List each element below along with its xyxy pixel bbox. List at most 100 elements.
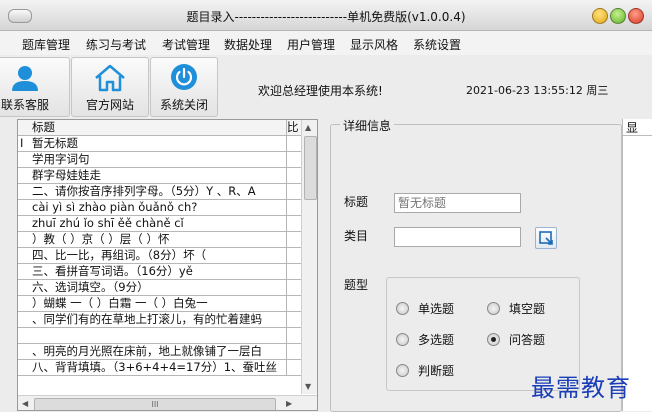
table-row[interactable]: 、明亮的月光照在床前，地上就像铺了一层白 xyxy=(18,344,301,360)
scroll-down-icon[interactable]: ▼ xyxy=(305,382,311,391)
scroll-up-icon[interactable]: ▲ xyxy=(305,123,311,132)
radio-dot-icon[interactable] xyxy=(487,333,500,346)
menu-bar: 题库管理 练习与考试 考试管理 数据处理 用户管理 显示风格 系统设置 xyxy=(0,31,652,55)
row-title: 学用字词句 xyxy=(32,152,90,166)
table-row[interactable]: ）蝴蝶 一（ ）白霜 一（ ）白兔一 xyxy=(18,296,301,312)
menu-item-system-settings[interactable]: 系统设置 xyxy=(413,36,461,53)
row-cell xyxy=(286,312,301,327)
row-cell xyxy=(286,360,301,375)
question-type-radio[interactable]: 单选题 xyxy=(396,300,454,317)
row-title: 八、背背填填。（3+6+4+4=17分）1、蚕吐丝 xyxy=(32,360,278,374)
question-type-radio[interactable]: 问答题 xyxy=(487,331,545,348)
table-row[interactable]: 六、选词填空。（9分） xyxy=(18,280,301,296)
column-header-title[interactable]: 标题 xyxy=(32,120,284,135)
row-cell xyxy=(286,216,301,231)
row-cell xyxy=(286,248,301,263)
row-title: 四、比一比，再组词。（8分）坏（ xyxy=(32,248,207,262)
table-row[interactable]: 群字母娃娃走 xyxy=(18,168,301,184)
row-title: 暂无标题 xyxy=(32,136,78,150)
horizontal-scroll-thumb[interactable]: III xyxy=(34,398,276,410)
vertical-scrollbar[interactable]: ▲ ▼ xyxy=(301,120,317,394)
table-row[interactable]: 四、比一比，再组词。（8分）坏（ xyxy=(18,248,301,264)
maximize-button[interactable] xyxy=(610,8,626,24)
row-marker: I xyxy=(20,136,24,150)
home-icon xyxy=(95,64,125,92)
category-input[interactable] xyxy=(394,227,521,247)
radio-dot-icon[interactable] xyxy=(487,302,500,315)
row-title: 、同学们有的在草地上打滚儿，有的忙着建蚂 xyxy=(32,312,262,326)
scroll-right-icon[interactable]: ▶ xyxy=(286,399,292,408)
title-input[interactable] xyxy=(394,193,521,213)
close-button[interactable] xyxy=(628,8,644,24)
row-cell xyxy=(286,344,301,359)
row-cell xyxy=(286,136,301,151)
row-title: 三、看拼音写词语。（16分）yě xyxy=(32,264,193,278)
radio-label: 填空题 xyxy=(509,302,546,316)
user-icon xyxy=(12,66,38,91)
row-cell xyxy=(286,232,301,247)
table-row[interactable]: ）教（ ）京（ ）层（ ）怀 xyxy=(18,232,301,248)
row-title: zhuī zhú ǐo shī ěě chàně cǐ xyxy=(32,216,184,230)
menu-item-question-bank[interactable]: 题库管理 xyxy=(22,36,70,53)
radio-label: 判断题 xyxy=(418,364,455,378)
row-cell xyxy=(286,328,301,343)
vertical-scroll-thumb[interactable] xyxy=(304,136,317,200)
menu-item-practice-exam[interactable]: 练习与考试 xyxy=(86,36,146,53)
system-close-label: 系统关闭 xyxy=(159,98,208,112)
official-site-button[interactable]: 官方网站 xyxy=(71,57,149,117)
row-title: ）蝴蝶 一（ ）白霜 一（ ）白兔一 xyxy=(32,296,208,310)
welcome-text: 欢迎总经理使用本系统! xyxy=(258,84,383,98)
category-picker-button[interactable] xyxy=(535,227,557,249)
column-header-second[interactable]: 比 xyxy=(286,120,301,135)
title-bar: 题目录入--------------------------单机免费版(v1.0… xyxy=(0,0,652,31)
horizontal-scrollbar[interactable]: ◀ III ▶ xyxy=(18,395,317,410)
question-type-radio[interactable]: 判断题 xyxy=(396,362,454,379)
question-type-radio[interactable]: 多选题 xyxy=(396,331,454,348)
menu-item-display-style[interactable]: 显示风格 xyxy=(350,36,398,53)
right-panel-label: 显 xyxy=(626,121,639,135)
menu-item-data-processing[interactable]: 数据处理 xyxy=(224,36,272,53)
row-cell xyxy=(286,152,301,167)
menu-item-user-management[interactable]: 用户管理 xyxy=(287,36,335,53)
table-row[interactable]: 二、请你按音序排列字母。（5分）Y 、R、A xyxy=(18,184,301,200)
row-title: 群字母娃娃走 xyxy=(32,168,101,182)
table-row[interactable] xyxy=(18,328,301,344)
row-cell xyxy=(286,264,301,279)
select-icon xyxy=(539,231,553,245)
category-field-label: 类目 xyxy=(344,229,369,243)
row-cell xyxy=(286,200,301,215)
power-icon xyxy=(171,64,197,90)
contact-support-button[interactable]: 联系客服 xyxy=(0,57,70,117)
row-cell xyxy=(286,280,301,295)
menu-item-exam-management[interactable]: 考试管理 xyxy=(162,36,210,53)
row-cell xyxy=(286,168,301,183)
radio-dot-icon[interactable] xyxy=(396,302,409,315)
table-row[interactable]: I 暂无标题 xyxy=(18,136,301,152)
question-type-radio[interactable]: 填空题 xyxy=(487,300,545,317)
row-title: 、明亮的月光照在床前，地上就像铺了一层白 xyxy=(32,344,262,358)
question-list[interactable]: 标题 比 I 暂无标题 学用字词句 群字母娃娃走 二、请你按音序排列字母。（5分）… xyxy=(17,119,318,411)
question-type-label: 题型 xyxy=(344,278,369,292)
table-row[interactable]: 八、背背填填。（3+6+4+4=17分）1、蚕吐丝 xyxy=(18,360,301,376)
scroll-left-icon[interactable]: ◀ xyxy=(22,399,28,408)
row-cell xyxy=(286,296,301,311)
detail-group-label: 详细信息 xyxy=(340,117,395,134)
watermark: 最需教育 xyxy=(531,374,631,402)
system-close-button[interactable]: 系统关闭 xyxy=(150,57,218,117)
radio-label: 问答题 xyxy=(509,333,546,347)
minimize-button[interactable] xyxy=(592,8,608,24)
datetime-text: 2021-06-23 13:55:12 周三 xyxy=(466,84,609,97)
table-row[interactable]: 三、看拼音写词语。（16分）yě xyxy=(18,264,301,280)
contact-support-label: 联系客服 xyxy=(0,98,49,112)
table-row[interactable]: 学用字词句 xyxy=(18,152,301,168)
radio-label: 多选题 xyxy=(418,333,455,347)
radio-dot-icon[interactable] xyxy=(396,333,409,346)
table-row[interactable]: cài yì sì zhào piàn ǒuǎnǒ ch? xyxy=(18,200,301,216)
row-title: 二、请你按音序排列字母。（5分）Y 、R、A xyxy=(32,184,256,198)
radio-label: 单选题 xyxy=(418,302,455,316)
table-row[interactable]: zhuī zhú ǐo shī ěě chàně cǐ xyxy=(18,216,301,232)
table-row[interactable]: 、同学们有的在草地上打滚儿，有的忙着建蚂 xyxy=(18,312,301,328)
row-title: cài yì sì zhào piàn ǒuǎnǒ ch? xyxy=(32,200,198,214)
row-title: ）教（ ）京（ ）层（ ）怀 xyxy=(32,232,170,246)
radio-dot-icon[interactable] xyxy=(396,364,409,377)
